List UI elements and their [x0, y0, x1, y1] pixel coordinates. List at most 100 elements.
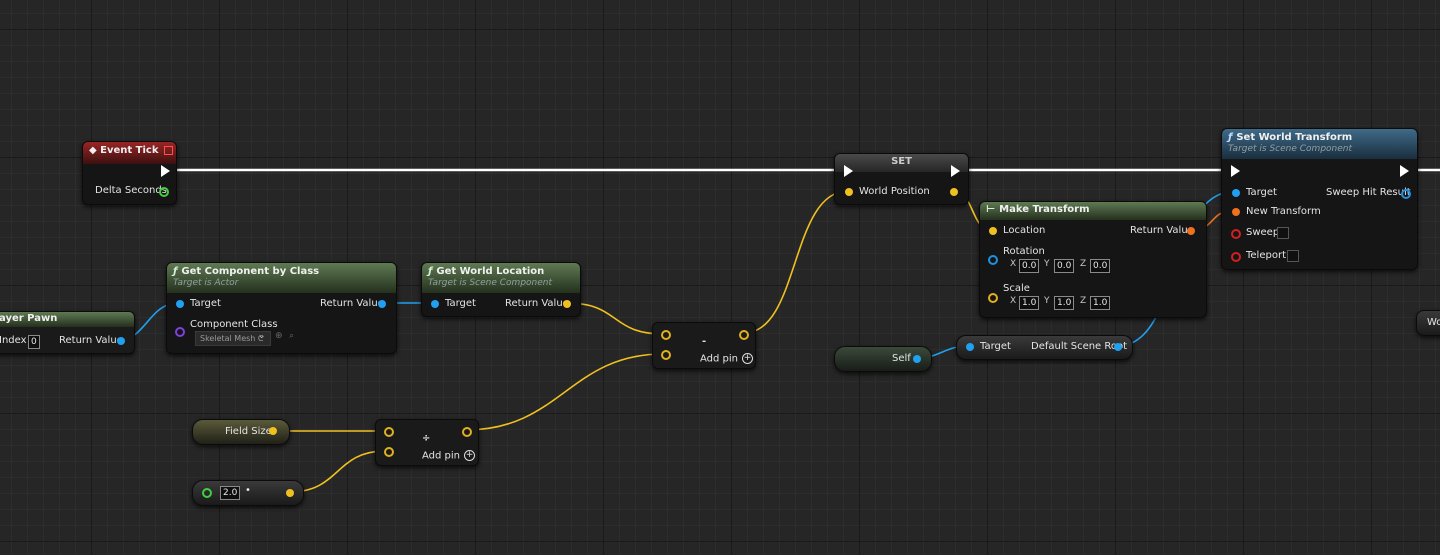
event-tick-header[interactable]: ◆ Event Tick [83, 142, 176, 164]
search-icon[interactable]: ⌕ [289, 331, 294, 341]
get-world-location-header[interactable]: ƒ Get World Location Target is Scene Comp… [422, 263, 580, 293]
make-transform-return-pin[interactable] [1187, 227, 1195, 235]
set-node-title: SET [891, 156, 912, 167]
set-world-transform-exec-in-pin[interactable] [1231, 165, 1240, 177]
scene-root-target-label: Target [980, 341, 1011, 352]
subtract-input-a-pin[interactable] [661, 330, 671, 340]
set-world-transform-header[interactable]: ƒ Set World Transform Target is Scene Com… [1222, 129, 1417, 159]
rotation-y-input[interactable]: 0.0 [1054, 259, 1075, 273]
add-pin-icon[interactable]: + [742, 353, 754, 364]
player-index-input[interactable]: 0 [28, 335, 40, 349]
make-transform-title-text: Make Transform [999, 204, 1090, 215]
delta-seconds-pin[interactable] [159, 187, 169, 197]
class-dropdown-chevron-icon[interactable]: ⌄ [258, 331, 266, 341]
field-size-output-pin[interactable] [269, 427, 277, 435]
set-exec-out-pin[interactable] [951, 165, 960, 177]
set-world-transform-node[interactable]: ƒ Set World Transform Target is Scene Com… [1221, 128, 1418, 270]
get-component-target-label: Target [190, 298, 221, 309]
set-node-header[interactable]: SET [835, 154, 968, 172]
rotation-z-input[interactable]: 0.0 [1090, 259, 1111, 273]
wire-location-to-subtract [566, 302, 664, 335]
get-world-location-title-text: Get World Location [436, 266, 545, 277]
get-player-pawn-header[interactable]: ayer Pawn [0, 312, 134, 327]
set-world-transform-exec-out-pin[interactable] [1400, 165, 1409, 177]
get-component-title: ƒ Get Component by Class [173, 266, 390, 277]
subtract-input-b-pin[interactable] [661, 350, 671, 360]
teleport-pin[interactable] [1231, 252, 1241, 262]
offscreen-node-label: Wo [1427, 317, 1440, 328]
subtract-add-pin-label: Add pin [700, 353, 739, 365]
set-world-position-node[interactable]: SET World Position [834, 153, 969, 205]
divide-add-pin[interactable]: Add pin + [422, 450, 476, 462]
divide-input-b-pin[interactable] [384, 447, 394, 457]
set-world-transform-target-label: Target [1246, 187, 1277, 198]
struct-icon: ⊢ [986, 204, 996, 215]
subtract-output-pin[interactable] [739, 330, 749, 340]
make-transform-title: ⊢ Make Transform [986, 204, 1200, 215]
set-exec-in-pin[interactable] [844, 165, 853, 177]
component-class-pin[interactable] [175, 327, 185, 337]
browse-icon[interactable]: ⊕ [275, 331, 283, 341]
scene-root-output-pin[interactable] [1114, 343, 1122, 351]
make-transform-scale-pin[interactable] [988, 293, 998, 303]
subtract-add-pin[interactable]: Add pin + [700, 353, 754, 365]
get-component-subtitle: Target is Actor [173, 278, 239, 288]
float-literal-input[interactable]: 2.0 [220, 486, 241, 500]
event-tick-delegate-icon[interactable] [164, 146, 173, 155]
float-literal-mark: • [245, 485, 251, 496]
sweep-hit-result-pin[interactable] [1401, 189, 1411, 199]
get-player-pawn-node[interactable]: ayer Pawn Index 0 Return Value [0, 311, 135, 354]
offscreen-node[interactable]: Wo [1416, 310, 1440, 336]
divide-output-pin[interactable] [462, 427, 472, 437]
make-transform-node[interactable]: ⊢ Make Transform Location Return Value Ro… [979, 201, 1207, 318]
float-literal-node[interactable]: 2.0 • [192, 480, 304, 506]
new-transform-pin[interactable] [1232, 208, 1240, 216]
self-node[interactable]: Self [834, 346, 932, 372]
player-pawn-return-pin[interactable] [117, 337, 125, 345]
get-world-location-target-pin[interactable] [431, 300, 439, 308]
scene-root-target-pin[interactable] [966, 343, 974, 351]
player-pawn-return-label: Return Value [59, 335, 123, 346]
get-component-by-class-node[interactable]: ƒ Get Component by Class Target is Actor … [166, 262, 397, 354]
set-world-transform-title: ƒ Set World Transform [1228, 132, 1411, 143]
set-world-position-in-pin[interactable] [845, 188, 853, 196]
float-literal-output-pin[interactable] [286, 489, 294, 497]
get-component-target-pin[interactable] [176, 300, 184, 308]
scale-z-input[interactable]: 1.0 [1090, 296, 1111, 310]
get-world-location-return-pin[interactable] [563, 300, 571, 308]
scale-label: Scale [1003, 283, 1030, 294]
float-literal-input-pin[interactable] [202, 488, 212, 498]
make-transform-location-pin[interactable] [989, 227, 997, 235]
get-world-location-target-label: Target [445, 298, 476, 309]
add-pin-icon[interactable]: + [464, 450, 476, 461]
teleport-checkbox[interactable] [1287, 250, 1299, 262]
get-component-return-label: Return Value [320, 298, 384, 309]
function-icon: ƒ [1228, 132, 1233, 143]
set-world-position-out-pin[interactable] [950, 188, 958, 196]
sweep-pin[interactable] [1231, 229, 1241, 239]
set-world-transform-target-pin[interactable] [1232, 189, 1240, 197]
sweep-checkbox[interactable] [1277, 227, 1289, 239]
scale-x-axis: X [1010, 296, 1017, 306]
field-size-getter[interactable]: Field Size [192, 419, 290, 445]
get-component-return-pin[interactable] [378, 300, 386, 308]
subtract-node[interactable]: - Add pin + [652, 322, 756, 369]
rotation-z-axis: Z [1080, 259, 1087, 269]
event-tick-node[interactable]: ◆ Event Tick Delta Seconds [82, 141, 177, 205]
get-world-location-node[interactable]: ƒ Get World Location Target is Scene Comp… [421, 262, 581, 317]
make-transform-rotation-pin[interactable] [988, 255, 998, 265]
event-tick-exec-out-pin[interactable] [161, 165, 170, 177]
wire-divide-to-subtract [465, 353, 664, 431]
default-scene-root-node[interactable]: Target Default Scene Root [956, 335, 1133, 360]
divide-input-a-pin[interactable] [384, 427, 394, 437]
self-label: Self [892, 353, 911, 364]
make-transform-return-label: Return Value [1130, 225, 1194, 236]
scale-x-input[interactable]: 1.0 [1019, 296, 1040, 310]
get-component-header[interactable]: ƒ Get Component by Class Target is Actor [167, 263, 396, 293]
divide-node[interactable]: ÷ Add pin + [375, 419, 479, 466]
make-transform-header[interactable]: ⊢ Make Transform [980, 202, 1206, 220]
self-output-pin[interactable] [913, 355, 921, 363]
event-tick-title: ◆ Event Tick [89, 145, 159, 156]
rotation-x-input[interactable]: 0.0 [1019, 259, 1040, 273]
scale-y-input[interactable]: 1.0 [1054, 296, 1075, 310]
